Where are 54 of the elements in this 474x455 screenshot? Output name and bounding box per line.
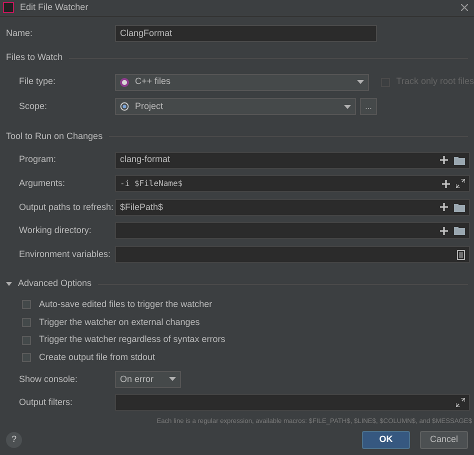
text-field[interactable]: $FilePath$: [115, 198, 470, 216]
expand-icon[interactable]: [456, 398, 465, 408]
checkbox-label: Trigger the watcher on external changes: [39, 316, 200, 329]
field-label: Scope:: [19, 100, 48, 113]
document-icon[interactable]: [457, 250, 465, 260]
checkbox-label: Auto-save edited files to trigger the watcher: [39, 298, 212, 311]
folder-icon[interactable]: [454, 226, 465, 236]
file-type-dropdown[interactable]: C++ files: [115, 74, 370, 91]
field-label: Environment variables:: [19, 248, 112, 261]
checkbox[interactable]: [22, 318, 31, 327]
section-title: Advanced Options: [18, 277, 92, 290]
folder-icon[interactable]: [454, 156, 465, 165]
field-label: Program:: [19, 153, 58, 166]
output-filters-field[interactable]: [115, 394, 470, 412]
plus-icon[interactable]: [440, 156, 448, 164]
file-type-icon: [120, 78, 129, 87]
cancel-button[interactable]: Cancel: [420, 431, 468, 450]
help-icon[interactable]: ?: [6, 432, 22, 448]
target-icon: [120, 102, 129, 112]
section-title: Tool to Run on Changes: [6, 130, 103, 143]
field-label: Working directory:: [19, 224, 92, 238]
app-logo-icon: [3, 2, 14, 14]
field-label: Show console:: [19, 372, 79, 386]
checkbox[interactable]: [22, 336, 31, 345]
field-label: Name:: [6, 26, 34, 40]
checkbox[interactable]: [22, 353, 31, 362]
window-title: Edit File Watcher: [20, 1, 88, 14]
expand-arrow-icon[interactable]: [6, 281, 12, 287]
plus-icon[interactable]: [440, 203, 448, 212]
close-icon[interactable]: [461, 4, 468, 12]
text-field[interactable]: -i $FileName$: [115, 175, 470, 192]
ok-button[interactable]: OK: [362, 431, 410, 450]
dropdown-caret-icon: [357, 80, 364, 84]
plus-icon[interactable]: [440, 226, 448, 235]
checkbox[interactable]: [22, 300, 31, 310]
text-field[interactable]: clang-format: [115, 152, 470, 169]
field-label: Arguments:: [19, 177, 66, 190]
show-console-dropdown[interactable]: On error: [115, 370, 181, 388]
plus-icon[interactable]: [442, 180, 450, 188]
expand-icon[interactable]: [456, 179, 465, 188]
browse-button[interactable]: ...: [360, 98, 377, 116]
field-label: Output filters:: [19, 396, 74, 410]
field-label: File type:: [19, 75, 57, 88]
checkbox-label: Trigger the watcher regardless of syntax errors: [39, 333, 226, 346]
scope-dropdown[interactable]: Project: [115, 98, 356, 116]
field-label: Output paths to refresh:: [19, 200, 115, 214]
dropdown-caret-icon: [344, 104, 351, 109]
text-field[interactable]: [115, 246, 470, 264]
dropdown-caret-icon: [169, 377, 176, 382]
name-field[interactable]: ClangFormat: [115, 24, 377, 42]
folder-icon[interactable]: [454, 202, 465, 212]
section-title: Files to Watch: [6, 51, 63, 64]
checkbox-label: Create output file from stdout: [39, 350, 156, 364]
text-field[interactable]: [115, 222, 470, 240]
